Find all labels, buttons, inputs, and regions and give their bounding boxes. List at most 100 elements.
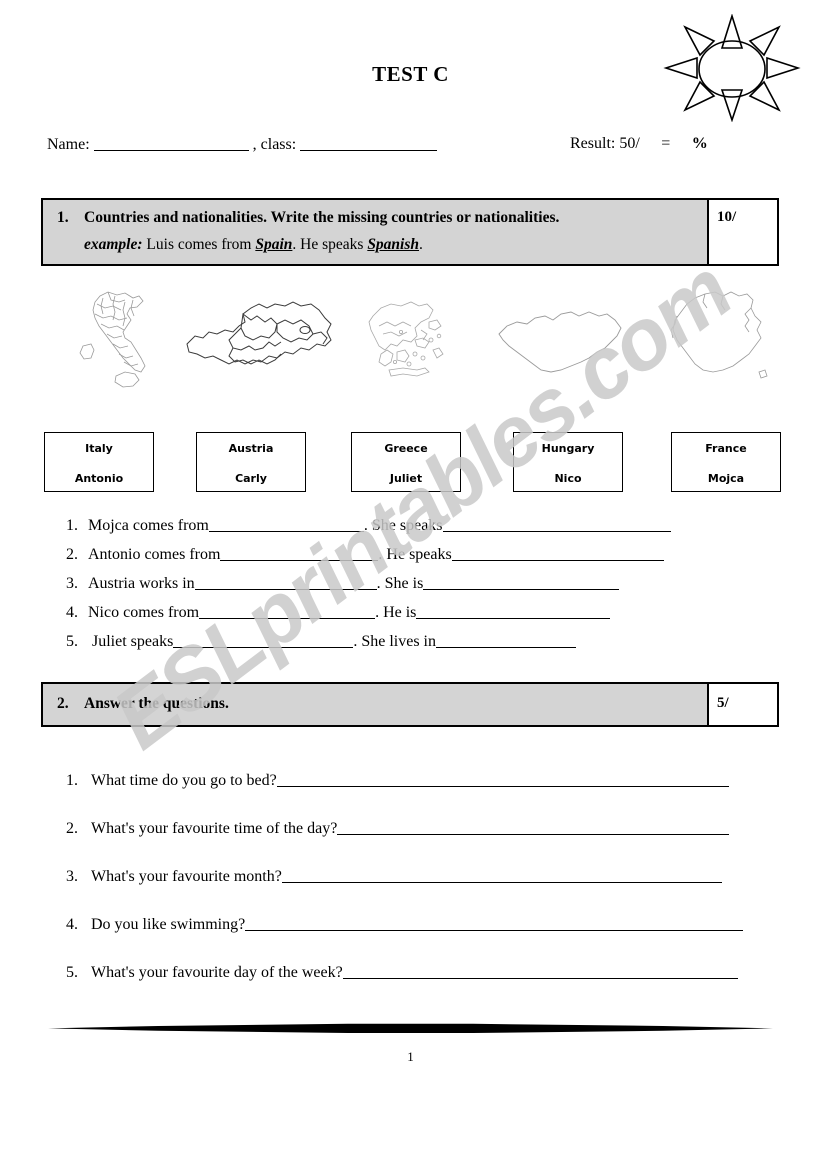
italy-map	[79, 291, 146, 388]
item-index: 5.	[66, 964, 78, 981]
fill-sentence-3: 3. Austria works in . She is	[66, 574, 620, 593]
item-index: 3.	[66, 868, 78, 885]
country-name: Hungary	[541, 442, 595, 455]
question-text: What's your favourite day of the week?	[91, 964, 343, 981]
fill-sentence-1: 1. Mojca comes from . She speaks	[66, 516, 671, 535]
task-1-body: 1. Countries and nationalities. Write the…	[43, 200, 707, 264]
result-line: Result: 50/ =%	[570, 135, 708, 153]
item-index: 4.	[66, 604, 78, 621]
task-2-banner: 2. Answer the questions. 5/	[41, 682, 779, 727]
question-3: 3. What's your favourite month?	[66, 867, 722, 886]
answer-blank-a[interactable]	[208, 516, 364, 532]
class-input-blank[interactable]	[300, 135, 438, 151]
answer-blank-b[interactable]	[423, 574, 620, 590]
example-end: .	[419, 236, 423, 253]
country-box-italy: Italy Antonio	[44, 432, 154, 492]
answer-blank-a[interactable]	[194, 574, 377, 590]
item-index: 3.	[66, 575, 78, 592]
answer-blank[interactable]	[281, 867, 722, 883]
answer-blank[interactable]	[342, 963, 738, 979]
footer-divider	[48, 1023, 773, 1033]
item-index: 4.	[66, 916, 78, 933]
sentence-part-2: . He speaks	[378, 546, 452, 563]
austria-map	[186, 301, 332, 365]
question-4: 4. Do you like swimming?	[66, 915, 744, 934]
worksheet-page: TEST C Name: , class: Result: 50/ =% 1. Co…	[0, 0, 821, 1169]
country-maps-row	[41, 286, 779, 396]
task-2-instruction: Answer the questions.	[84, 695, 229, 712]
result-label: Result: 50/	[570, 135, 640, 152]
question-5: 5. What's your favourite day of the week?	[66, 963, 738, 982]
sentence-part-2: . She is	[376, 575, 424, 592]
task-2-score: 5/	[707, 684, 777, 725]
country-box-hungary: Hungary Nico	[513, 432, 623, 492]
item-index: 5.	[66, 633, 78, 650]
example-mid: . He speaks	[292, 236, 368, 253]
country-name: Austria	[228, 442, 274, 455]
sentence-part-2: . She speaks	[363, 517, 443, 534]
example-label: example:	[84, 236, 143, 253]
name-label: Name:	[47, 136, 90, 153]
question-text: Do you like swimming?	[91, 916, 246, 933]
person-name: Nico	[554, 472, 582, 485]
task-1-example-line: example: Luis comes from Spain. He speak…	[57, 236, 695, 254]
country-name: Italy	[85, 442, 113, 455]
sentence-part-2: . She lives in	[353, 633, 436, 650]
task-2-number: 2.	[57, 695, 69, 712]
task-2-body: 2. Answer the questions.	[43, 684, 707, 725]
page-number: 1	[407, 1049, 414, 1064]
answer-blank-b[interactable]	[451, 545, 664, 561]
country-box-austria: Austria Carly	[196, 432, 306, 492]
question-2: 2. What's your favourite time of the day?	[66, 819, 730, 838]
question-text: What's your favourite time of the day?	[91, 820, 338, 837]
answer-blank[interactable]	[245, 915, 744, 931]
class-label: , class:	[252, 136, 297, 153]
answer-blank-a[interactable]	[173, 632, 354, 648]
task-1-instruction-line: 1. Countries and nationalities. Write the…	[57, 209, 695, 227]
question-text: What's your favourite month?	[91, 868, 282, 885]
answer-blank-a[interactable]	[199, 603, 376, 619]
fill-sentence-2: 2. Antonio comes from . He speaks	[66, 545, 664, 564]
question-text: What time do you go to bed?	[91, 772, 277, 789]
answer-blank[interactable]	[337, 819, 730, 835]
answer-blank-b[interactable]	[436, 632, 576, 648]
sentence-part-1: Nico comes from	[88, 604, 200, 621]
country-box-greece: Greece Juliet	[351, 432, 461, 492]
answer-blank-a[interactable]	[220, 545, 379, 561]
item-index: 1.	[66, 772, 78, 789]
answer-blank[interactable]	[276, 771, 729, 787]
answer-blank-b[interactable]	[416, 603, 611, 619]
name-input-blank[interactable]	[93, 135, 249, 151]
person-name: Carly	[235, 472, 267, 485]
hungary-map	[498, 311, 622, 373]
item-index: 1.	[66, 517, 78, 534]
fill-sentence-4: 4. Nico comes from . He is	[66, 603, 611, 622]
person-name: Juliet	[389, 472, 423, 485]
country-name: Greece	[384, 442, 428, 455]
question-1: 1. What time do you go to bed?	[66, 771, 729, 790]
task-1-number: 1.	[57, 209, 69, 226]
equals-sign: =	[661, 135, 671, 152]
item-index: 2.	[66, 820, 78, 837]
country-box-france: France Mojca	[671, 432, 781, 492]
example-nationality: Spanish	[367, 236, 420, 253]
sentence-part-1: Austria works in	[88, 575, 195, 592]
example-pre: Luis comes from	[142, 236, 256, 253]
task-1-banner: 1. Countries and nationalities. Write the…	[41, 198, 779, 266]
country-name: France	[705, 442, 747, 455]
answer-blank-b[interactable]	[442, 516, 671, 532]
fill-sentence-5: 5. Juliet speaks . She lives in	[66, 632, 576, 651]
task-2-instruction-line: 2. Answer the questions.	[57, 695, 695, 713]
percent-sign: %	[691, 135, 708, 152]
page-title-text: TEST C	[372, 62, 449, 86]
person-name: Antonio	[74, 472, 124, 485]
france-map	[670, 291, 768, 379]
page-title: TEST C	[0, 62, 821, 87]
sentence-part-1: Antonio comes from	[88, 546, 221, 563]
item-index: 2.	[66, 546, 78, 563]
name-class-line: Name: , class:	[47, 135, 438, 154]
sentence-part-2: . He is	[375, 604, 417, 621]
sentence-part-1: Mojca comes from	[88, 517, 209, 534]
person-name: Mojca	[707, 472, 745, 485]
sentence-part-1: Juliet speaks	[88, 633, 174, 650]
